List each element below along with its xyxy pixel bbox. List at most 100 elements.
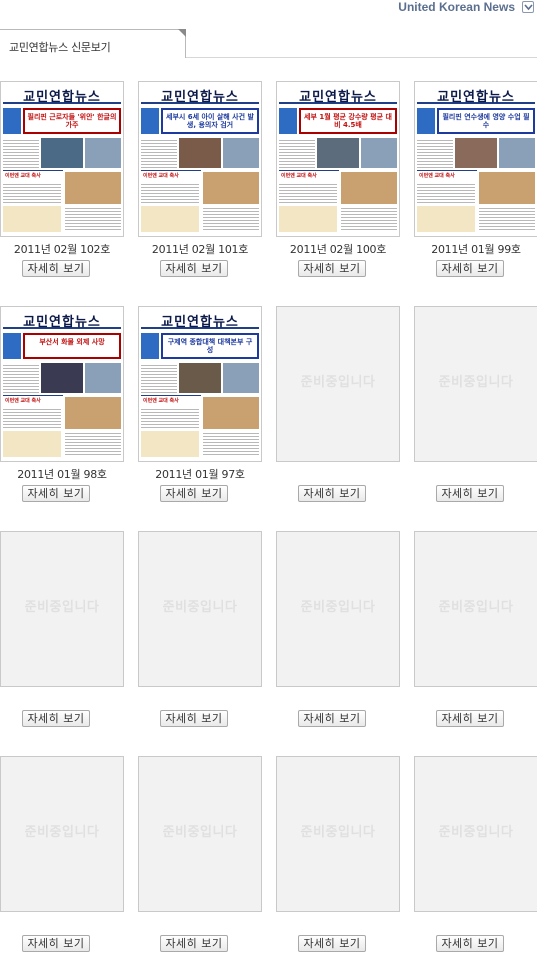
- issue-card: 준비중입니다자세히 보기: [276, 306, 400, 506]
- view-details-button[interactable]: 자세히 보기: [160, 935, 228, 952]
- cover-food-ad: [3, 206, 61, 232]
- newspaper-thumbnail[interactable]: 교민연합뉴스 구제역 종합대책 대책본부 구성 이번엔 교대 축사: [138, 306, 262, 462]
- cover-section-box: 이번엔 교대 축사: [141, 170, 201, 180]
- tab-corner-decoration: [178, 29, 186, 37]
- cover-section-label: 이번엔 교대 축사: [143, 173, 179, 179]
- placeholder-thumbnail[interactable]: 준비중입니다: [0, 531, 124, 687]
- cover-text-column: [3, 182, 61, 204]
- issue-card: 준비중입니다자세히 보기: [138, 531, 262, 731]
- issue-caption: 2011년 01월 97호: [155, 468, 245, 481]
- newspaper-thumbnail[interactable]: 교민연합뉴스 세부시 6세 아이 살해 사건 발생, 용의자 검거 이번엔 교대 축…: [138, 81, 262, 237]
- view-details-button[interactable]: 자세히 보기: [298, 935, 366, 952]
- view-details-button[interactable]: 자세히 보기: [22, 260, 90, 277]
- cover-headline-box: 필리핀 근로자들 '위안' 한글의 가주: [23, 108, 121, 134]
- cover-text-column: [417, 138, 453, 168]
- cover-text-column: [203, 206, 259, 232]
- newspaper-thumbnail[interactable]: 교민연합뉴스필리핀 근로자들 '위안' 한글의 가주이번엔 교대 축사: [0, 81, 124, 237]
- cover-ad-block: [3, 108, 21, 134]
- placeholder-thumbnail[interactable]: 준비중입니다: [414, 756, 537, 912]
- view-details-button[interactable]: 자세히 보기: [436, 935, 504, 952]
- cover-food-ad: [279, 206, 337, 232]
- cover-text-column: [3, 363, 39, 393]
- issue-card: 교민연합뉴스 구제역 종합대책 대책본부 구성 이번엔 교대 축사 2011년 01월…: [138, 306, 262, 506]
- cover-masthead-title: 교민연합뉴스: [437, 90, 515, 105]
- placeholder-thumbnail[interactable]: 준비중입니다: [414, 531, 537, 687]
- cover-headline-box: 필리핀 연수생에 영양 수업 필수: [437, 108, 535, 134]
- placeholder-text: 준비중입니다: [300, 600, 376, 615]
- newspaper-cover: 교민연합뉴스 세부시 6세 아이 살해 사건 발생, 용의자 검거 이번엔 교대 축…: [141, 84, 259, 234]
- cover-photo-secondary: [85, 363, 121, 393]
- placeholder-thumbnail[interactable]: 준비중입니다: [276, 756, 400, 912]
- view-details-button[interactable]: 자세히 보기: [436, 710, 504, 727]
- issue-card: 준비중입니다자세히 보기: [414, 531, 537, 731]
- tab-newspaper-view[interactable]: 교민연합뉴스 신문보기: [0, 29, 186, 58]
- view-details-button[interactable]: 자세히 보기: [436, 260, 504, 277]
- cover-text-column: [417, 182, 475, 204]
- placeholder-text: 준비중입니다: [300, 375, 376, 390]
- view-details-button[interactable]: 자세히 보기: [160, 260, 228, 277]
- newspaper-thumbnail[interactable]: 교민연합뉴스 세부 1월 평균 강수량 평균 대비 4.5배 이번엔 교대 축사: [276, 81, 400, 237]
- cover-ad-block: [141, 108, 159, 134]
- newspaper-cover: 교민연합뉴스필리핀 근로자들 '위안' 한글의 가주이번엔 교대 축사: [3, 84, 121, 234]
- placeholder-text: 준비중입니다: [162, 600, 238, 615]
- chevron-down-icon[interactable]: [522, 1, 534, 13]
- cover-food-ad: [141, 431, 199, 457]
- cover-photo: [179, 363, 221, 393]
- view-details-button[interactable]: 자세히 보기: [298, 710, 366, 727]
- cover-masthead-title: 교민연합뉴스: [23, 315, 101, 330]
- issue-card: 교민연합뉴스 세부시 6세 아이 살해 사건 발생, 용의자 검거 이번엔 교대 축…: [138, 81, 262, 281]
- view-details-button[interactable]: 자세히 보기: [160, 485, 228, 502]
- cover-masthead-title: 교민연합뉴스: [161, 315, 239, 330]
- issue-card: 준비중입니다자세히 보기: [0, 756, 124, 954]
- placeholder-thumbnail[interactable]: 준비중입니다: [276, 531, 400, 687]
- cover-photo: [41, 363, 83, 393]
- view-details-button[interactable]: 자세히 보기: [160, 710, 228, 727]
- placeholder-thumbnail[interactable]: 준비중입니다: [0, 756, 124, 912]
- newspaper-cover: 교민연합뉴스 세부 1월 평균 강수량 평균 대비 4.5배 이번엔 교대 축사: [279, 84, 397, 234]
- view-details-button[interactable]: 자세히 보기: [22, 485, 90, 502]
- cover-text-column: [65, 431, 121, 457]
- view-details-button[interactable]: 자세히 보기: [22, 710, 90, 727]
- newspaper-thumbnail[interactable]: 교민연합뉴스 부산서 화물 외제 사망 이번엔 교대 축사: [0, 306, 124, 462]
- cover-masthead: 교민연합뉴스: [3, 84, 121, 105]
- view-details-button[interactable]: 자세히 보기: [298, 260, 366, 277]
- issue-card: 준비중입니다자세히 보기: [414, 756, 537, 954]
- cover-masthead: 교민연합뉴스: [3, 309, 121, 330]
- cover-section-label: 이번엔 교대 축사: [5, 173, 41, 179]
- placeholder-thumbnail[interactable]: 준비중입니다: [138, 531, 262, 687]
- view-details-button[interactable]: 자세히 보기: [298, 485, 366, 502]
- cover-text-column: [141, 407, 199, 429]
- cover-food-ad: [3, 431, 61, 457]
- view-details-button[interactable]: 자세히 보기: [436, 485, 504, 502]
- cover-section-label: 이번엔 교대 축사: [143, 398, 179, 404]
- cover-masthead: 교민연합뉴스: [141, 309, 259, 330]
- placeholder-thumbnail[interactable]: 준비중입니다: [276, 306, 400, 462]
- issue-caption: 2011년 02월 101호: [151, 243, 249, 256]
- cover-section-label: 이번엔 교대 축사: [419, 173, 455, 179]
- issue-caption: 2011년 01월 98호: [17, 468, 107, 481]
- placeholder-text: 준비중입니다: [438, 375, 514, 390]
- issue-caption: 2011년 02월 102호: [13, 243, 111, 256]
- cover-photo-ad: [65, 397, 121, 429]
- site-title[interactable]: United Korean News: [398, 0, 515, 14]
- issue-card: 준비중입니다자세히 보기: [138, 756, 262, 954]
- newspaper-thumbnail[interactable]: 교민연합뉴스필리핀 연수생에 영양 수업 필수이번엔 교대 축사: [414, 81, 537, 237]
- cover-masthead-title: 교민연합뉴스: [23, 90, 101, 105]
- cover-section-label: 이번엔 교대 축사: [281, 173, 317, 179]
- cover-ad-block: [141, 333, 159, 359]
- newspaper-cover: 교민연합뉴스 구제역 종합대책 대책본부 구성 이번엔 교대 축사: [141, 309, 259, 459]
- cover-text-column: [65, 206, 121, 232]
- cover-headline-box: 부산서 화물 외제 사망: [23, 333, 121, 359]
- cover-photo-secondary: [361, 138, 397, 168]
- cover-text-column: [479, 206, 535, 232]
- issue-card: 교민연합뉴스필리핀 근로자들 '위안' 한글의 가주이번엔 교대 축사 2011년…: [0, 81, 124, 281]
- cover-photo-ad: [203, 172, 259, 204]
- cover-headline: 부산서 화물 외제 사망: [39, 338, 105, 346]
- cover-food-ad: [417, 206, 475, 232]
- tab-bar: 교민연합뉴스 신문보기: [0, 26, 537, 58]
- placeholder-thumbnail[interactable]: 준비중입니다: [138, 756, 262, 912]
- cover-headline: 세부 1월 평균 강수량 평균 대비 4.5배: [304, 113, 392, 129]
- view-details-button[interactable]: 자세히 보기: [22, 935, 90, 952]
- cover-photo-ad: [341, 172, 397, 204]
- placeholder-thumbnail[interactable]: 준비중입니다: [414, 306, 537, 462]
